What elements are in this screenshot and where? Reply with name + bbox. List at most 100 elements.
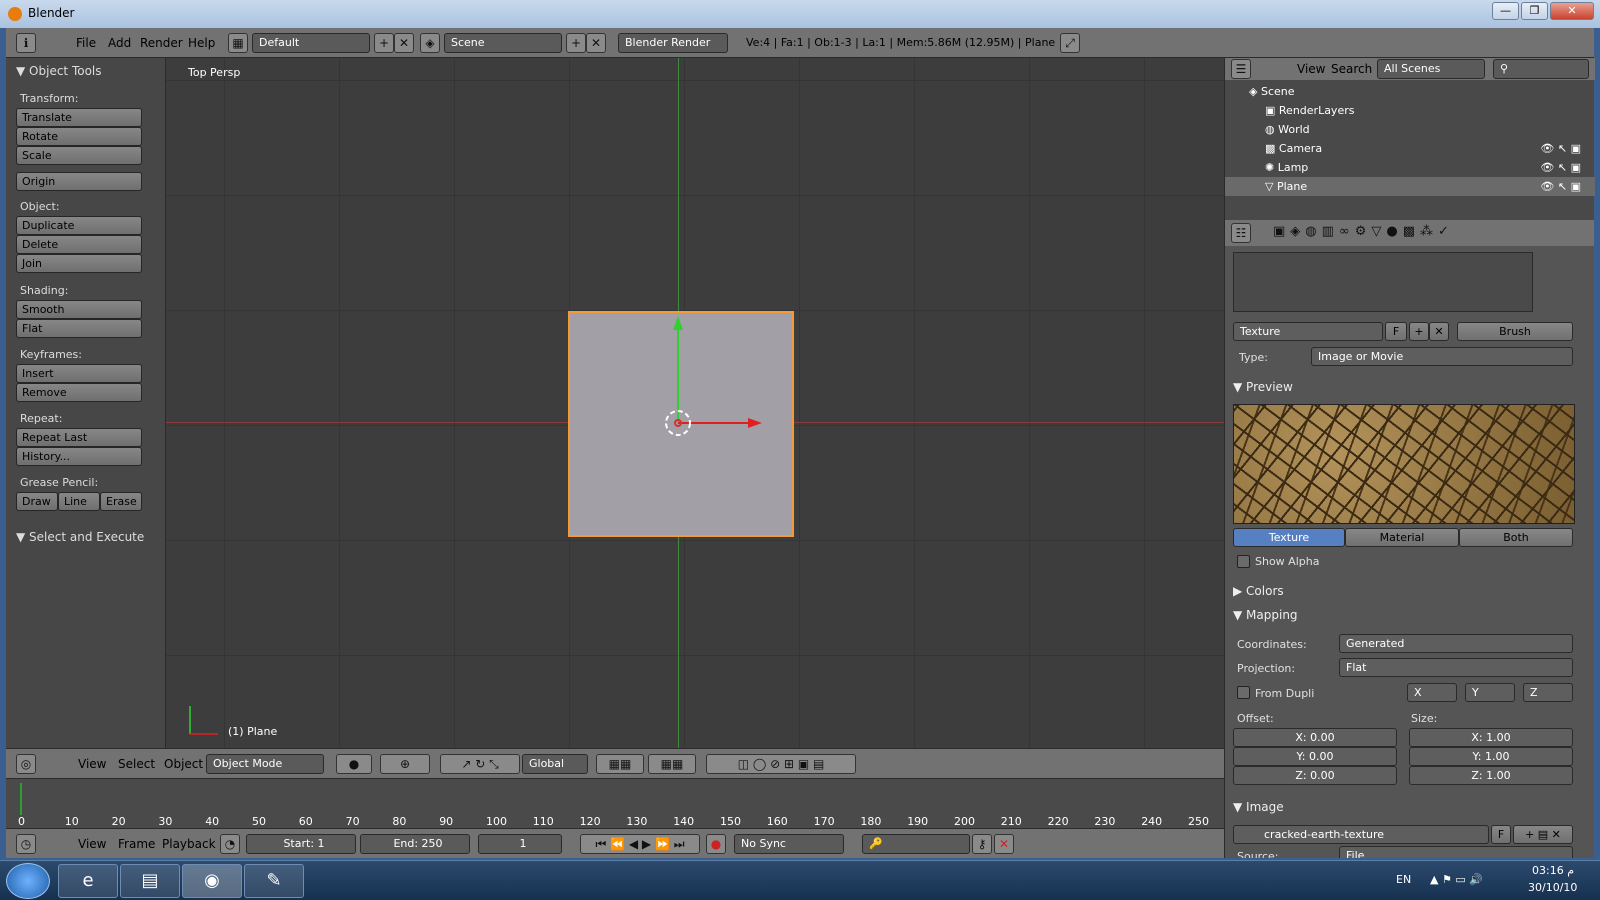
mapping-axis-x[interactable]: X: [1407, 683, 1457, 702]
3d-viewport[interactable]: Top Persp (1) Plane: [166, 58, 1224, 748]
outliner-item-scene[interactable]: ◈ Scene: [1225, 82, 1595, 101]
image-fake-user-button[interactable]: F: [1491, 825, 1511, 844]
explorer-taskbar-icon[interactable]: ▤: [120, 864, 180, 898]
timeline[interactable]: 0 10 20 30 40 50 60 70 80 90 100 110 120 130 140 150 160…: [6, 778, 1224, 828]
join-button[interactable]: Join: [16, 254, 142, 273]
mode-select[interactable]: Object Mode: [206, 754, 324, 774]
grease-line-button[interactable]: Line: [58, 492, 100, 511]
origin-button[interactable]: Origin: [16, 172, 142, 191]
visibility-icons[interactable]: 👁 ↖ ▣: [1540, 139, 1581, 158]
render-engine-select[interactable]: Blender Render: [618, 33, 728, 53]
texture-slots-list[interactable]: [1233, 252, 1533, 312]
texture-name-field[interactable]: Texture: [1233, 322, 1383, 341]
snap-render-icons[interactable]: ◫ ◯ ⊘ ⊞ ▣ ▤: [706, 754, 856, 774]
playback-controls-icons[interactable]: ⏮ ⏪ ◀ ▶ ⏩ ⏭: [580, 834, 700, 854]
scene-icon[interactable]: ◈: [420, 33, 440, 53]
clock-time[interactable]: 03:16 م: [1532, 864, 1574, 877]
outliner-menu-view[interactable]: View: [1297, 60, 1325, 78]
visibility-icons[interactable]: 👁 ↖ ▣: [1540, 158, 1581, 177]
history-button[interactable]: History...: [16, 447, 142, 466]
layers-grid-icon[interactable]: ▦▦: [596, 754, 644, 774]
context-tabs-icons[interactable]: ▣◈◍▥∞⚙▽●▩⁂✓: [1273, 224, 1454, 239]
transform-gizmo[interactable]: [166, 58, 1224, 748]
grease-erase-button[interactable]: Erase: [100, 492, 142, 511]
outliner-filter-select[interactable]: All Scenes: [1377, 59, 1485, 79]
language-indicator[interactable]: EN: [1396, 873, 1411, 886]
mapping-axis-z[interactable]: Z: [1523, 683, 1573, 702]
translate-button[interactable]: Translate: [16, 108, 142, 127]
offset-x-field[interactable]: X: 0.00: [1233, 728, 1397, 747]
current-frame-field[interactable]: 1: [478, 834, 562, 854]
layout-icon[interactable]: ▦: [228, 33, 248, 53]
image-actions-icons[interactable]: + ▤ ✕: [1513, 825, 1573, 844]
object-tools-header[interactable]: ▼ Object Tools: [16, 64, 102, 78]
select-execute-header[interactable]: ▼ Select and Execute: [16, 530, 144, 544]
fullscreen-icon[interactable]: ⤢: [1060, 33, 1080, 53]
preview-panel-header[interactable]: ▼ Preview: [1233, 380, 1293, 394]
visibility-icons[interactable]: 👁 ↖ ▣: [1540, 177, 1581, 196]
add-layout-icon[interactable]: +: [374, 33, 394, 53]
remove-layout-icon[interactable]: ✕: [394, 33, 414, 53]
insert-keyframe-button[interactable]: Insert: [16, 364, 142, 383]
colors-panel-header[interactable]: ▶ Colors: [1233, 584, 1284, 598]
menu-select[interactable]: Select: [118, 755, 155, 773]
menu-help[interactable]: Help: [188, 34, 215, 52]
size-x-field[interactable]: X: 1.00: [1409, 728, 1573, 747]
remove-texture-icon[interactable]: ✕: [1429, 322, 1449, 341]
fake-user-button[interactable]: F: [1385, 322, 1407, 341]
menu-object[interactable]: Object: [164, 755, 203, 773]
scale-button[interactable]: Scale: [16, 146, 142, 165]
orientation-select[interactable]: Global: [522, 754, 588, 774]
menu-file[interactable]: File: [76, 34, 96, 52]
outliner-editor-icon[interactable]: ☰: [1231, 59, 1251, 79]
preview-tab-material[interactable]: Material: [1345, 528, 1459, 547]
editor-type-icon[interactable]: ◎: [16, 754, 36, 774]
close-button[interactable]: ✕: [1550, 2, 1594, 20]
size-y-field[interactable]: Y: 1.00: [1409, 747, 1573, 766]
source-select[interactable]: File: [1339, 846, 1573, 858]
show-alpha-checkbox[interactable]: [1237, 555, 1250, 568]
delete-key-icon[interactable]: ✕: [994, 834, 1014, 854]
outliner-item-plane[interactable]: ▽ Plane 👁 ↖ ▣: [1225, 177, 1595, 196]
outliner-search-input[interactable]: ⚲: [1493, 59, 1589, 79]
texture-type-select[interactable]: Image or Movie: [1311, 347, 1573, 366]
end-frame-field[interactable]: End: 250: [360, 834, 470, 854]
keying-set-field[interactable]: 🔑: [862, 834, 970, 854]
scene-selector[interactable]: Scene: [444, 33, 562, 53]
timeline-menu-view[interactable]: View: [78, 835, 106, 853]
preview-tab-both[interactable]: Both: [1459, 528, 1573, 547]
start-button[interactable]: [6, 863, 50, 899]
projection-select[interactable]: Flat: [1339, 658, 1573, 677]
paint-taskbar-icon[interactable]: ✎: [244, 864, 304, 898]
coordinates-select[interactable]: Generated: [1339, 634, 1573, 653]
add-scene-icon[interactable]: +: [566, 33, 586, 53]
image-name-field[interactable]: cracked-earth-texture: [1233, 825, 1489, 844]
rotate-button[interactable]: Rotate: [16, 127, 142, 146]
ie-taskbar-icon[interactable]: e: [58, 864, 118, 898]
outliner-item-world[interactable]: ◍ World: [1225, 120, 1595, 139]
outliner-item-camera[interactable]: ▩ Camera 👁 ↖ ▣: [1225, 139, 1595, 158]
offset-y-field[interactable]: Y: 0.00: [1233, 747, 1397, 766]
preview-range-icon[interactable]: ◔: [220, 834, 240, 854]
mapping-panel-header[interactable]: ▼ Mapping: [1233, 608, 1298, 622]
remove-keyframe-button[interactable]: Remove: [16, 383, 142, 402]
sync-select[interactable]: No Sync: [734, 834, 844, 854]
record-icon[interactable]: ●: [706, 834, 726, 854]
properties-editor-icon[interactable]: ☷: [1231, 223, 1251, 243]
duplicate-button[interactable]: Duplicate: [16, 216, 142, 235]
outliner-item-lamp[interactable]: ✺ Lamp 👁 ↖ ▣: [1225, 158, 1595, 177]
brush-button[interactable]: Brush: [1457, 322, 1573, 341]
viewport-shading-icon[interactable]: ●: [336, 754, 372, 774]
image-panel-header[interactable]: ▼ Image: [1233, 800, 1284, 814]
menu-add[interactable]: Add: [108, 34, 131, 52]
size-z-field[interactable]: Z: 1.00: [1409, 766, 1573, 785]
timeline-menu-frame[interactable]: Frame: [118, 835, 155, 853]
clock-date[interactable]: 30/10/10: [1528, 881, 1577, 894]
start-frame-field[interactable]: Start: 1: [246, 834, 356, 854]
layers-grid2-icon[interactable]: ▦▦: [648, 754, 696, 774]
remove-scene-icon[interactable]: ✕: [586, 33, 606, 53]
menu-render[interactable]: Render: [140, 34, 183, 52]
grease-draw-button[interactable]: Draw: [16, 492, 58, 511]
minimize-button[interactable]: —: [1492, 2, 1519, 20]
repeat-last-button[interactable]: Repeat Last: [16, 428, 142, 447]
